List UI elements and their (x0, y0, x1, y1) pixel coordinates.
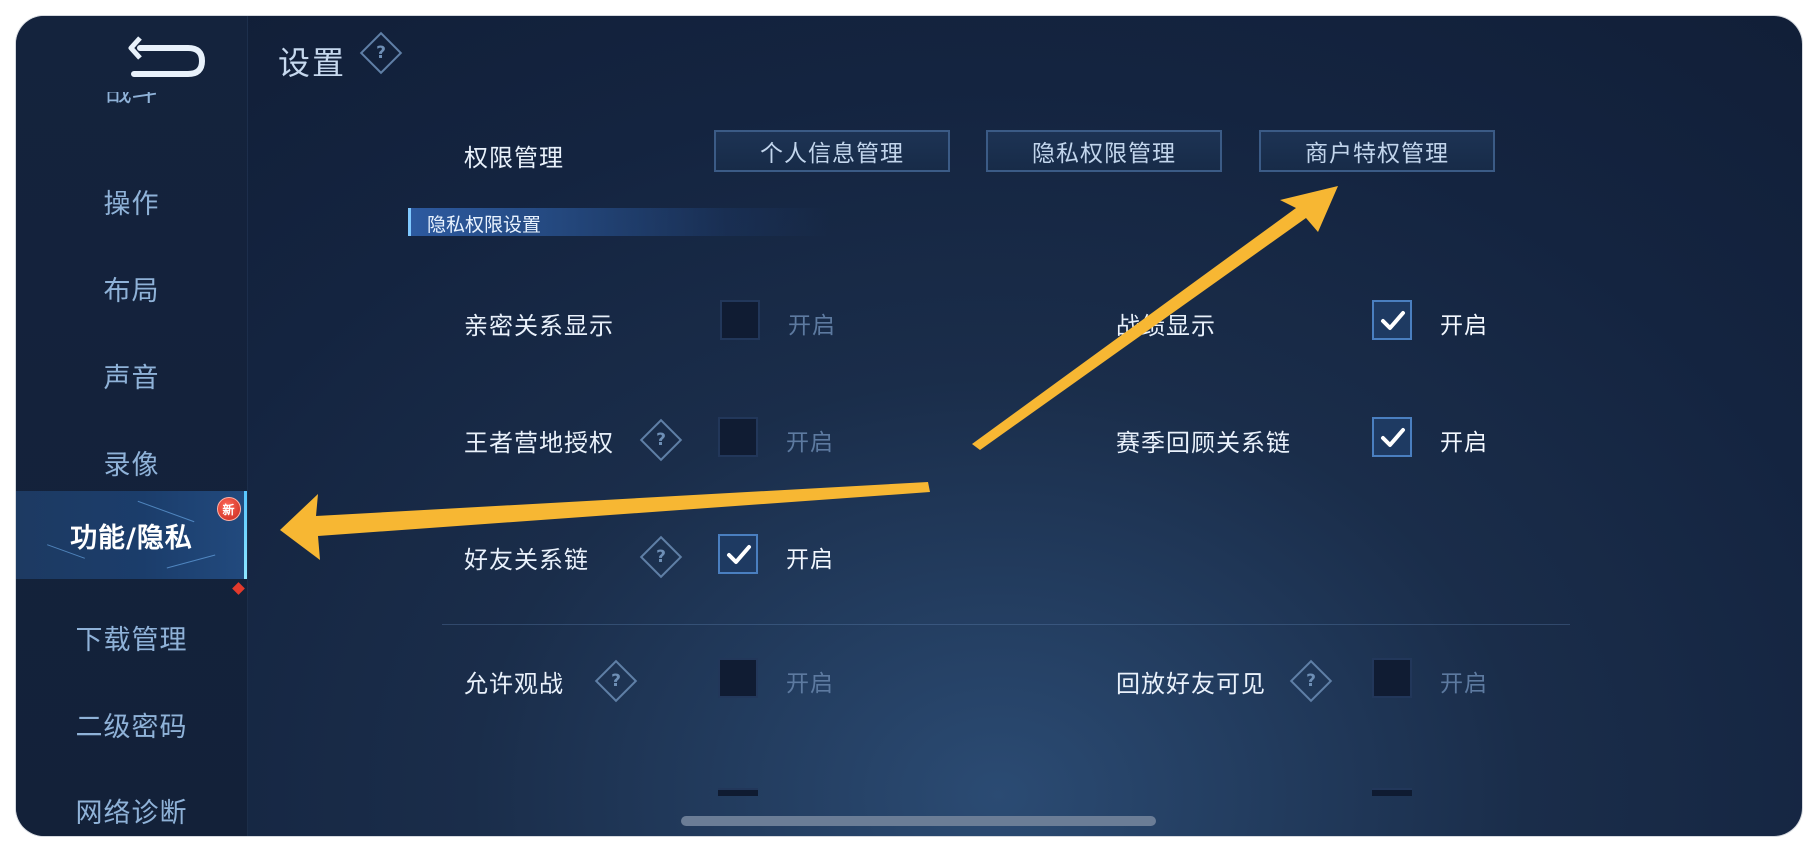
partial-checkbox[interactable] (1372, 788, 1412, 796)
sidebar-item-label: 二级密码 (75, 711, 188, 743)
section-title: 隐私权限设置 (427, 214, 542, 236)
season-review-label: 赛季回顾关系链 (1116, 429, 1291, 457)
friend-chain-label: 好友关系链 (464, 546, 589, 574)
settings-sidebar: 战斗 操作 布局 声音 录像 功能/隐私 新 下载管理 二级密码 网络诊断 (16, 16, 248, 836)
spectate-help-icon[interactable]: ? (594, 659, 638, 703)
permission-management-label: 权限管理 (464, 144, 564, 172)
merchant-privilege-management-button[interactable]: 商户特权管理 (1259, 130, 1495, 172)
replay-visible-state: 开启 (1440, 671, 1488, 697)
replay-visible-checkbox[interactable] (1372, 658, 1412, 698)
season-review-state: 开启 (1440, 430, 1488, 456)
divider (442, 624, 1570, 625)
allow-spectate-checkbox[interactable] (718, 658, 758, 698)
sidebar-item-label: 声音 (103, 362, 160, 394)
partial-checkbox[interactable] (718, 788, 758, 796)
sidebar-item-label: 战斗 (105, 92, 158, 108)
home-indicator[interactable] (681, 816, 1156, 826)
section-header: 隐私权限设置 (408, 208, 831, 236)
camp-authorization-checkbox[interactable] (718, 417, 758, 457)
checkmark-icon (727, 545, 751, 564)
page-title: 设置 (278, 44, 347, 82)
sidebar-item-layout[interactable]: 布局 (16, 245, 247, 331)
checkmark-icon (1381, 311, 1405, 330)
new-badge: 新 (217, 497, 241, 521)
camp-authorization-label: 王者营地授权 (464, 429, 614, 457)
friend-chain-checkbox[interactable] (718, 534, 758, 574)
sidebar-item-function-privacy[interactable]: 功能/隐私 新 (16, 491, 247, 579)
replay-help-icon[interactable]: ? (1289, 659, 1333, 703)
sidebar-item-label: 操作 (103, 188, 160, 220)
intimacy-display-checkbox[interactable] (720, 300, 760, 340)
sidebar-item-label: 下载管理 (75, 624, 188, 656)
camp-authorization-state: 开启 (786, 430, 834, 456)
sidebar-item-sound[interactable]: 声音 (16, 332, 247, 418)
back-arrow-icon (128, 36, 206, 77)
camp-help-icon[interactable]: ? (639, 418, 683, 462)
sidebar-item-label: 功能/隐私 (70, 522, 193, 554)
record-display-state: 开启 (1440, 313, 1488, 339)
privacy-permission-management-button[interactable]: 隐私权限管理 (986, 130, 1222, 172)
sidebar-item-controls[interactable]: 操作 (16, 158, 247, 244)
friend-chain-state: 开启 (786, 547, 834, 573)
game-settings-window: 战斗 操作 布局 声音 录像 功能/隐私 新 下载管理 二级密码 网络诊断 设置… (16, 16, 1802, 836)
back-button[interactable] (128, 34, 210, 84)
sidebar-item-label: 布局 (103, 275, 160, 307)
intimacy-display-state: 开启 (788, 313, 836, 339)
record-display-checkbox[interactable] (1372, 300, 1412, 340)
allow-spectate-label: 允许观战 (464, 670, 564, 698)
sidebar-item-network-diagnosis[interactable]: 网络诊断 (16, 767, 247, 836)
sidebar-item-secondary-password[interactable]: 二级密码 (16, 681, 247, 767)
replay-visible-label: 回放好友可见 (1116, 670, 1266, 698)
friend-chain-help-icon[interactable]: ? (639, 535, 683, 579)
checkmark-icon (1381, 428, 1405, 447)
intimacy-display-label: 亲密关系显示 (464, 312, 614, 340)
record-display-label: 战绩显示 (1116, 312, 1216, 340)
season-review-checkbox[interactable] (1372, 417, 1412, 457)
sidebar-item-label: 网络诊断 (75, 797, 188, 829)
sidebar-item-download-manager[interactable]: 下载管理 (16, 594, 247, 680)
personal-info-management-button[interactable]: 个人信息管理 (714, 130, 950, 172)
allow-spectate-state: 开启 (786, 671, 834, 697)
title-help-icon[interactable]: ? (359, 31, 403, 75)
sidebar-item-label: 录像 (103, 449, 160, 481)
sidebar-item-cut-off[interactable]: 战斗 (16, 92, 247, 114)
